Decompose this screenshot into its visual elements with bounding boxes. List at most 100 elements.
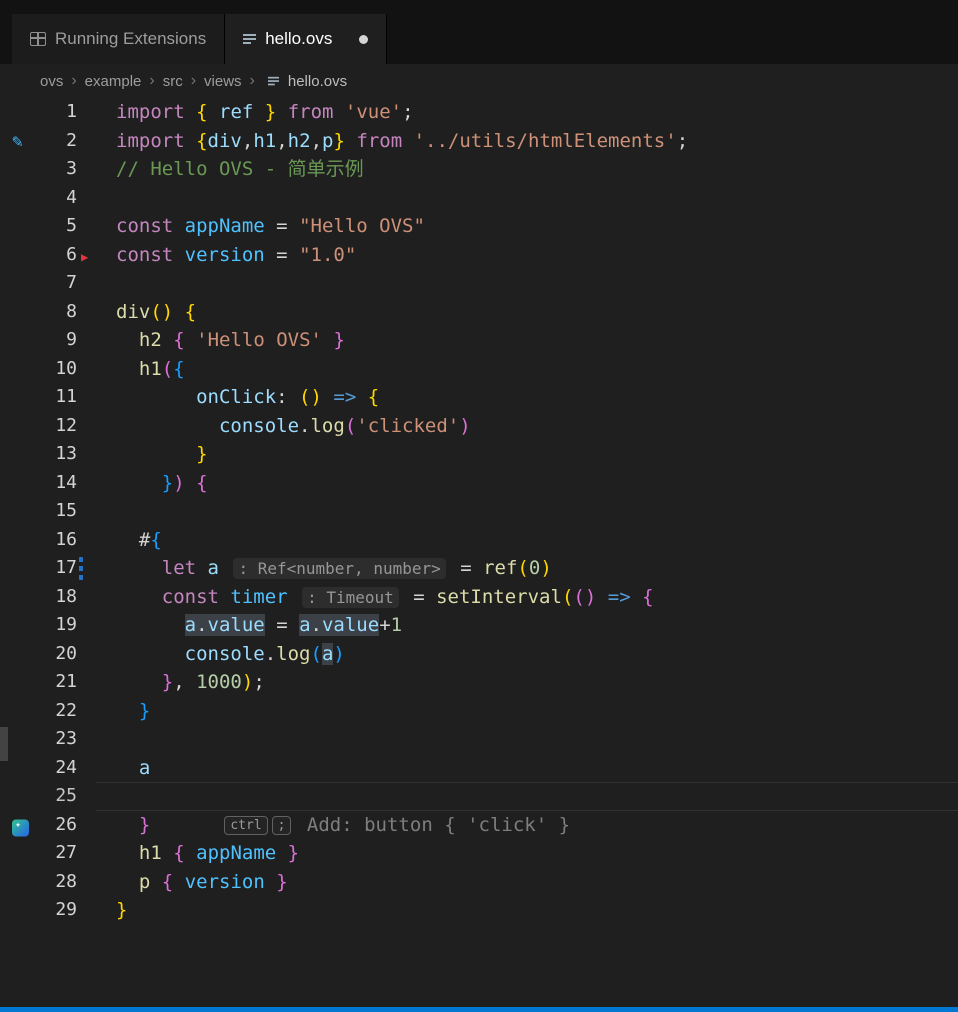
line-number[interactable]: 27 xyxy=(0,839,77,868)
code-line-5[interactable]: 5const appName = "Hello OVS" xyxy=(0,212,958,241)
gutter[interactable]: 5 xyxy=(0,212,116,241)
code-line-9[interactable]: 9 h2 { 'Hello OVS' } xyxy=(0,326,958,355)
gutter[interactable]: 25 xyxy=(0,782,116,811)
line-number[interactable]: 21 xyxy=(0,668,77,697)
gutter[interactable]: 22 xyxy=(0,697,116,726)
line-number[interactable]: 11 xyxy=(0,383,77,412)
gutter[interactable]: 17 xyxy=(0,554,116,583)
breadcrumb-file[interactable]: hello.ovs xyxy=(288,73,347,90)
gutter[interactable]: 1 xyxy=(0,98,116,127)
line-number[interactable]: 3 xyxy=(0,155,77,184)
gutter[interactable]: 9 xyxy=(0,326,116,355)
code-line-17[interactable]: 17 let a : Ref<number, number> = ref(0) xyxy=(0,554,958,583)
gutter[interactable]: 16 xyxy=(0,526,116,555)
code-text[interactable]: }) { xyxy=(116,469,958,498)
breadcrumb-item-example[interactable]: example xyxy=(85,73,142,90)
line-number[interactable]: 17 xyxy=(0,554,77,583)
code-line-22[interactable]: 22 } xyxy=(0,697,958,726)
code-line-15[interactable]: 15 xyxy=(0,497,958,526)
tab-hello-ovs[interactable]: hello.ovs xyxy=(225,14,387,64)
code-line-12[interactable]: 12 console.log('clicked') xyxy=(0,412,958,441)
line-number[interactable]: 7 xyxy=(0,269,77,298)
gutter[interactable]: 15 xyxy=(0,497,116,526)
code-line-26[interactable]: 26 }ctrl; Add: button { 'click' } xyxy=(0,811,958,840)
code-text[interactable]: h1 { appName } xyxy=(116,839,958,868)
code-line-23[interactable]: 23 xyxy=(0,725,958,754)
code-text[interactable]: }ctrl; Add: button { 'click' } xyxy=(116,811,958,840)
line-number[interactable]: 16 xyxy=(0,526,77,555)
gutter[interactable]: 11 xyxy=(0,383,116,412)
code-text[interactable]: a.value = a.value+1 xyxy=(116,611,958,640)
code-line-18[interactable]: 18 const timer : Timeout = setInterval((… xyxy=(0,583,958,612)
code-line-13[interactable]: 13 } xyxy=(0,440,958,469)
code-text[interactable]: import { ref } from 'vue'; xyxy=(116,98,958,127)
gutter[interactable]: 26 xyxy=(0,811,116,840)
code-line-6[interactable]: 6 const version = "1.0" xyxy=(0,241,958,270)
code-line-27[interactable]: 27 h1 { appName } xyxy=(0,839,958,868)
gutter[interactable]: 6 xyxy=(0,241,116,270)
line-number[interactable]: 8 xyxy=(0,298,77,327)
code-line-1[interactable]: 1 import { ref } from 'vue'; xyxy=(0,98,958,127)
line-number[interactable]: 6 xyxy=(0,241,77,270)
gutter[interactable]: 10 xyxy=(0,355,116,384)
gutter[interactable]: 29 xyxy=(0,896,116,925)
code-line-10[interactable]: 10 h1({ xyxy=(0,355,958,384)
gutter[interactable]: 2 xyxy=(0,127,116,156)
line-number[interactable]: 4 xyxy=(0,184,77,213)
left-rail-thumb[interactable] xyxy=(0,727,8,761)
breadcrumb-item-ovs[interactable]: ovs xyxy=(40,73,63,90)
code-text[interactable]: const version = "1.0" xyxy=(116,241,958,270)
line-number[interactable]: 28 xyxy=(0,868,77,897)
gutter[interactable]: 4 xyxy=(0,184,116,213)
code-line-11[interactable]: 11 onClick: () => { xyxy=(0,383,958,412)
code-text[interactable]: let a : Ref<number, number> = ref(0) xyxy=(116,554,958,583)
gutter[interactable]: 24 xyxy=(0,754,116,783)
line-number[interactable]: 13 xyxy=(0,440,77,469)
gutter[interactable]: 18 xyxy=(0,583,116,612)
code-text[interactable] xyxy=(116,497,958,526)
code-line-28[interactable]: 28 p { version } xyxy=(0,868,958,897)
modified-dot-icon[interactable] xyxy=(359,35,368,44)
code-line-25[interactable]: 25 xyxy=(0,782,958,811)
line-number[interactable]: 12 xyxy=(0,412,77,441)
gutter[interactable]: 7 xyxy=(0,269,116,298)
tab-running-extensions[interactable]: Running Extensions xyxy=(12,14,225,64)
gutter[interactable]: 28 xyxy=(0,868,116,897)
code-line-4[interactable]: 4 xyxy=(0,184,958,213)
line-number[interactable]: 10 xyxy=(0,355,77,384)
code-text[interactable]: } xyxy=(116,440,958,469)
line-number[interactable]: 1 xyxy=(0,98,77,127)
code-text[interactable]: const timer : Timeout = setInterval(() =… xyxy=(116,583,958,612)
code-line-8[interactable]: 8 div() { xyxy=(0,298,958,327)
gutter[interactable]: 3 xyxy=(0,155,116,184)
line-number[interactable]: 26 xyxy=(0,811,77,840)
line-number[interactable]: 23 xyxy=(0,725,77,754)
code-text[interactable]: } xyxy=(116,697,958,726)
code-line-16[interactable]: 16 #{ xyxy=(0,526,958,555)
gutter[interactable]: 19 xyxy=(0,611,116,640)
code-line-29[interactable]: 29} xyxy=(0,896,958,925)
code-text[interactable]: console.log('clicked') xyxy=(116,412,958,441)
code-text[interactable]: div() { xyxy=(116,298,958,327)
code-text[interactable] xyxy=(116,269,958,298)
line-number[interactable]: 25 xyxy=(0,782,77,811)
line-number[interactable]: 15 xyxy=(0,497,77,526)
breadcrumb-item-src[interactable]: src xyxy=(163,73,183,90)
line-number[interactable]: 24 xyxy=(0,754,77,783)
code-line-2[interactable]: 2import {div,h1,h2,p} from '../utils/htm… xyxy=(0,127,958,156)
code-line-7[interactable]: 7 xyxy=(0,269,958,298)
code-line-20[interactable]: 20 console.log(a) xyxy=(0,640,958,669)
gutter[interactable]: 27 xyxy=(0,839,116,868)
line-number[interactable]: 29 xyxy=(0,896,77,925)
line-number[interactable]: 19 xyxy=(0,611,77,640)
code-text[interactable]: import {div,h1,h2,p} from '../utils/html… xyxy=(116,127,958,156)
code-text[interactable]: console.log(a) xyxy=(116,640,958,669)
code-line-3[interactable]: 3// Hello OVS - 简单示例 xyxy=(0,155,958,184)
code-text[interactable]: a xyxy=(116,754,958,783)
gutter[interactable]: 14 xyxy=(0,469,116,498)
gutter[interactable]: 23 xyxy=(0,725,116,754)
breadcrumb-item-views[interactable]: views xyxy=(204,73,242,90)
code-text[interactable]: h2 { 'Hello OVS' } xyxy=(116,326,958,355)
line-number[interactable]: 14 xyxy=(0,469,77,498)
code-text[interactable]: #{ xyxy=(116,526,958,555)
